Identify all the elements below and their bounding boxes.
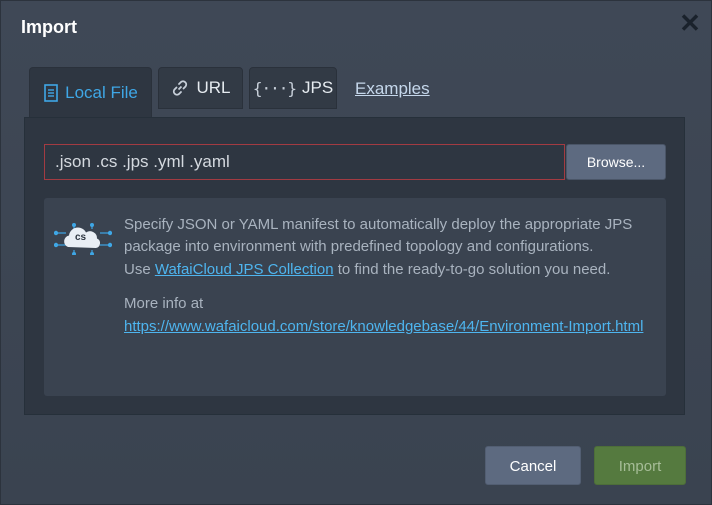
tab-local-file[interactable]: Local File xyxy=(29,67,152,118)
dialog-title: Import xyxy=(21,17,77,37)
icon-label: cs xyxy=(75,232,87,243)
tab-label: JPS xyxy=(301,78,334,97)
info-text: Specify JSON or YAML manifest to automat… xyxy=(124,214,654,338)
info-description: Specify JSON or YAML manifest to automat… xyxy=(124,216,633,256)
local-file-panel: .json .cs .jps .yml .yaml Browse... cs S… xyxy=(24,117,685,415)
cloud-cs-icon: cs xyxy=(53,223,113,260)
tab-url[interactable]: URL xyxy=(158,67,243,109)
tab-label: Local File xyxy=(65,83,138,102)
file-input[interactable]: .json .cs .jps .yml .yaml xyxy=(44,144,565,180)
examples-link[interactable]: Examples xyxy=(355,67,430,111)
tab-label: URL xyxy=(196,78,231,97)
close-icon[interactable]: ✕ xyxy=(678,10,702,36)
knowledgebase-link[interactable]: https://www.wafaicloud.com/store/knowled… xyxy=(124,318,643,335)
cancel-button[interactable]: Cancel xyxy=(485,446,581,485)
import-dialog: Import ✕ Local File URL {···} JPS Exampl… xyxy=(0,0,712,505)
info-use-line: Use WafaiCloud JPS Collection to find th… xyxy=(124,259,654,281)
document-icon xyxy=(43,84,59,102)
tab-jps[interactable]: {···} JPS xyxy=(249,67,337,109)
use-suffix: to find the ready-to-go solution you nee… xyxy=(333,260,611,278)
import-button[interactable]: Import xyxy=(594,446,686,485)
more-info-label: More info at xyxy=(124,295,204,313)
link-icon xyxy=(170,78,190,98)
braces-icon: {···} xyxy=(252,78,297,98)
browse-button[interactable]: Browse... xyxy=(566,144,666,180)
use-prefix: Use xyxy=(124,260,155,278)
info-box: cs Specify JSON or YAML manifest to auto… xyxy=(44,198,666,396)
collection-link[interactable]: WafaiCloud JPS Collection xyxy=(155,261,334,278)
